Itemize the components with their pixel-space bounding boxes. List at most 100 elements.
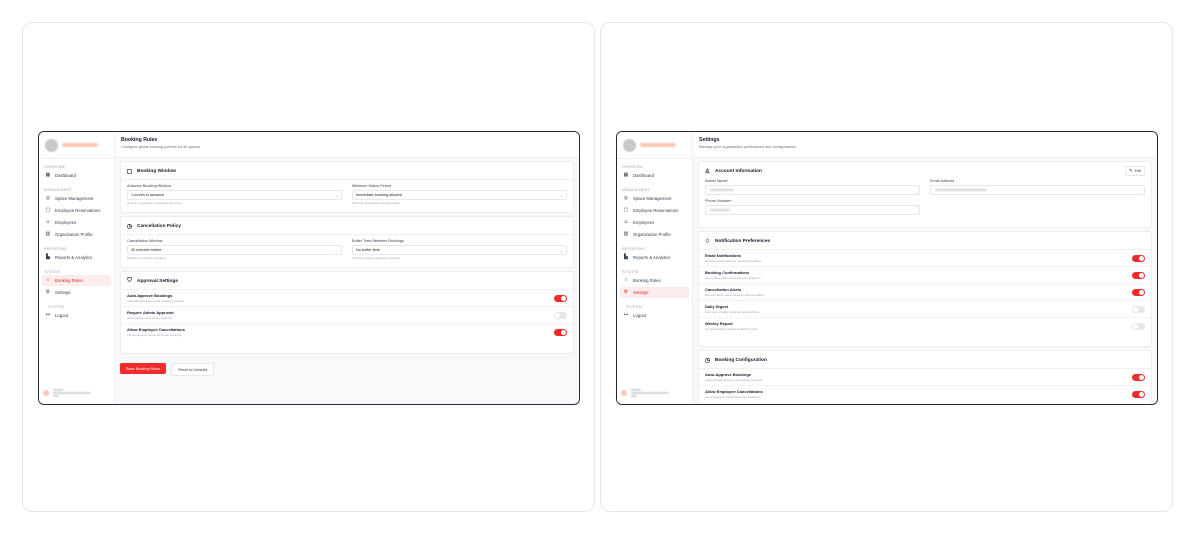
- sidebar-item-logout[interactable]: ↦ Logout: [620, 310, 689, 321]
- daily-digest-toggle[interactable]: [1132, 305, 1145, 313]
- sidebar-item-settings[interactable]: ⚙ Settings: [42, 287, 111, 298]
- sidebar-item-reports-analytics[interactable]: ▙ Reports & Analytics: [620, 252, 689, 263]
- sidebar-item-logout[interactable]: ↦ Logout: [42, 310, 111, 321]
- field-label: Email Address: [930, 179, 955, 183]
- toggle-knob: [1139, 391, 1144, 397]
- panel-title: ⛉ Approval Settings: [121, 272, 573, 285]
- sidebar-item-employees[interactable]: ☺ Employees: [42, 217, 111, 228]
- advance-booking-select[interactable]: 1 month in advance ⌄: [127, 190, 342, 200]
- section-system: SYSTEM: [44, 270, 60, 274]
- notice-period-field: Minimum Notice Period Immediate booking …: [352, 180, 567, 205]
- avatar: [43, 390, 49, 396]
- sidebar-item-organization-profile[interactable]: ▥ Organization Profile: [42, 229, 111, 240]
- field-help: Time for cleaning between bookings: [352, 256, 400, 260]
- allow-cancellations-toggle[interactable]: [1132, 390, 1145, 398]
- allow-cancellations-toggle[interactable]: [554, 328, 567, 336]
- weekly-report-toggle[interactable]: [1132, 322, 1145, 330]
- sidebar-item-label: Booking Rules: [55, 278, 83, 283]
- toggle-title: Auto-approve Bookings: [127, 293, 173, 298]
- sidebar-item-dashboard[interactable]: ▦ Dashboard: [620, 170, 689, 181]
- email-notifications-toggle[interactable]: [1132, 254, 1145, 262]
- sidebar-item-booking-rules[interactable]: ○ Booking Rules: [42, 275, 111, 286]
- chevron-down-icon: ⌄: [334, 192, 338, 198]
- toggle-desc: Summary of daily bookings and activities: [705, 310, 760, 314]
- field-label: Admin Name*: [705, 179, 729, 183]
- sidebar-item-space-management[interactable]: ◎ Space Management: [42, 193, 111, 204]
- select-value: Immediate booking allowed: [356, 193, 403, 197]
- admin-name-input[interactable]: [705, 185, 920, 195]
- toggle-text: Require Admin Approval All bookings need …: [127, 310, 174, 320]
- brand: [39, 132, 114, 159]
- notice-period-select[interactable]: Immediate booking allowed ⌄: [352, 190, 567, 200]
- sidebar-item-employee-reservations[interactable]: ▢ Employee Reservations: [42, 205, 111, 216]
- users-icon: ☺: [623, 218, 629, 225]
- cancellation-alerts-toggle[interactable]: [1132, 288, 1145, 296]
- user-icon: ♙: [704, 168, 711, 175]
- sidebar-item-organization-profile[interactable]: ▥ Organization Profile: [620, 229, 689, 240]
- sidebar-item-label: Employees: [633, 220, 655, 225]
- booking-window-panel: ▢ Booking Window Advance Booking Window 1…: [120, 161, 574, 213]
- save-booking-rules-button[interactable]: Save Booking Rules: [120, 363, 167, 374]
- sidebar-item-label: Settings: [633, 290, 649, 295]
- sidebar: OVERVIEW ▦ Dashboard MANAGEMENT ◎ Space Ma…: [39, 132, 115, 404]
- edit-button[interactable]: ✎ Edit: [1125, 166, 1145, 176]
- sidebar-item-space-management[interactable]: ◎ Space Management: [620, 193, 689, 204]
- bar-chart-icon: ▙: [624, 253, 628, 260]
- form-row: Advance Booking Window 1 month in advanc…: [121, 180, 573, 205]
- sidebar-item-label: Dashboard: [633, 173, 655, 178]
- toggle-row-auto-approve: Auto-approve Bookings Automatically appro…: [121, 290, 573, 307]
- user-profile[interactable]: [621, 386, 688, 400]
- field-label: Cancellation Window: [127, 239, 163, 243]
- cancellation-window-select[interactable]: 30 minutes before ⌄: [127, 245, 342, 255]
- toggle-row-cancellation-alerts: Cancellation Alerts Receive alerts when b…: [699, 284, 1151, 301]
- panel-title-text: Approval Settings: [137, 278, 179, 284]
- panel-title: ◷ Booking Configuration: [699, 351, 1151, 364]
- sidebar-item-employees[interactable]: ☺ Employees: [620, 217, 689, 228]
- advance-booking-field: Advance Booking Window 1 month in advanc…: [127, 180, 342, 205]
- buffer-time-select[interactable]: No buffer time ⌄: [352, 245, 567, 255]
- toggle-title: Require Admin Approval: [127, 310, 174, 315]
- buffer-time-field: Buffer Time Between Bookings No buffer t…: [352, 235, 567, 260]
- section-system: SYSTEM: [622, 270, 638, 274]
- logout-icon: ↦: [623, 311, 629, 318]
- sidebar-item-label: Logout: [633, 313, 647, 318]
- booking-rules-card: OVERVIEW ▦ Dashboard MANAGEMENT ◎ Space Ma…: [22, 22, 595, 512]
- brand-logo: [45, 138, 58, 152]
- phone-input[interactable]: [705, 205, 920, 215]
- sidebar-item-label: Employee Reservations: [55, 208, 101, 213]
- require-approval-toggle[interactable]: [554, 311, 567, 319]
- sidebar-item-label: Employee Reservations: [633, 208, 679, 213]
- building-icon: ▥: [45, 230, 51, 237]
- auto-approve-toggle[interactable]: [1132, 373, 1145, 381]
- toggle-row-weekly-report: Weekly Report Comprehensive weekly analyt…: [699, 318, 1151, 334]
- sidebar-item-label: Space Management: [55, 196, 94, 201]
- brand-logo: [623, 138, 636, 152]
- section-system-2: SYSTEM: [626, 305, 642, 309]
- booking-confirmations-toggle[interactable]: [1132, 271, 1145, 279]
- users-icon: ☺: [45, 218, 51, 225]
- sidebar-item-reports-analytics[interactable]: ▙ Reports & Analytics: [42, 252, 111, 263]
- sidebar-item-label: Space Management: [633, 196, 672, 201]
- auto-approve-toggle[interactable]: [554, 294, 567, 302]
- email-input[interactable]: [930, 185, 1145, 195]
- toggle-text: Auto-approve Bookings Automatically appro…: [127, 293, 184, 303]
- toggle-title: Booking Confirmations: [705, 270, 750, 275]
- action-buttons: Save Booking Rules Reset to Defaults: [115, 357, 579, 376]
- sidebar-item-settings[interactable]: ⚙ Settings: [620, 287, 689, 298]
- admin-name-field: Admin Name*: [705, 175, 920, 195]
- sidebar-item-employee-reservations[interactable]: ▢ Employee Reservations: [620, 205, 689, 216]
- page-subtitle: Manage your organization preferences and…: [699, 145, 797, 149]
- sidebar: OVERVIEW ▦ Dashboard MANAGEMENT ◎ Space Ma…: [617, 132, 693, 404]
- form-row: Cancellation Window 30 minutes before ⌄ D…: [121, 235, 573, 260]
- user-profile[interactable]: [43, 386, 110, 400]
- toggle-row-allow-cancellations: Allow Employee Cancellations Let employee…: [699, 386, 1151, 402]
- select-value: 30 minutes before: [131, 248, 162, 252]
- field-label: Phone Number*: [705, 199, 733, 203]
- reset-defaults-button[interactable]: Reset to Defaults: [171, 363, 215, 376]
- toggle-title: Daily Digest: [705, 304, 728, 309]
- map-pin-icon: ◎: [623, 194, 629, 201]
- select-value: No buffer time: [356, 248, 380, 252]
- sidebar-item-booking-rules[interactable]: ○ Booking Rules: [620, 275, 689, 286]
- sidebar-item-dashboard[interactable]: ▦ Dashboard: [42, 170, 111, 181]
- page-title: Settings: [699, 137, 720, 143]
